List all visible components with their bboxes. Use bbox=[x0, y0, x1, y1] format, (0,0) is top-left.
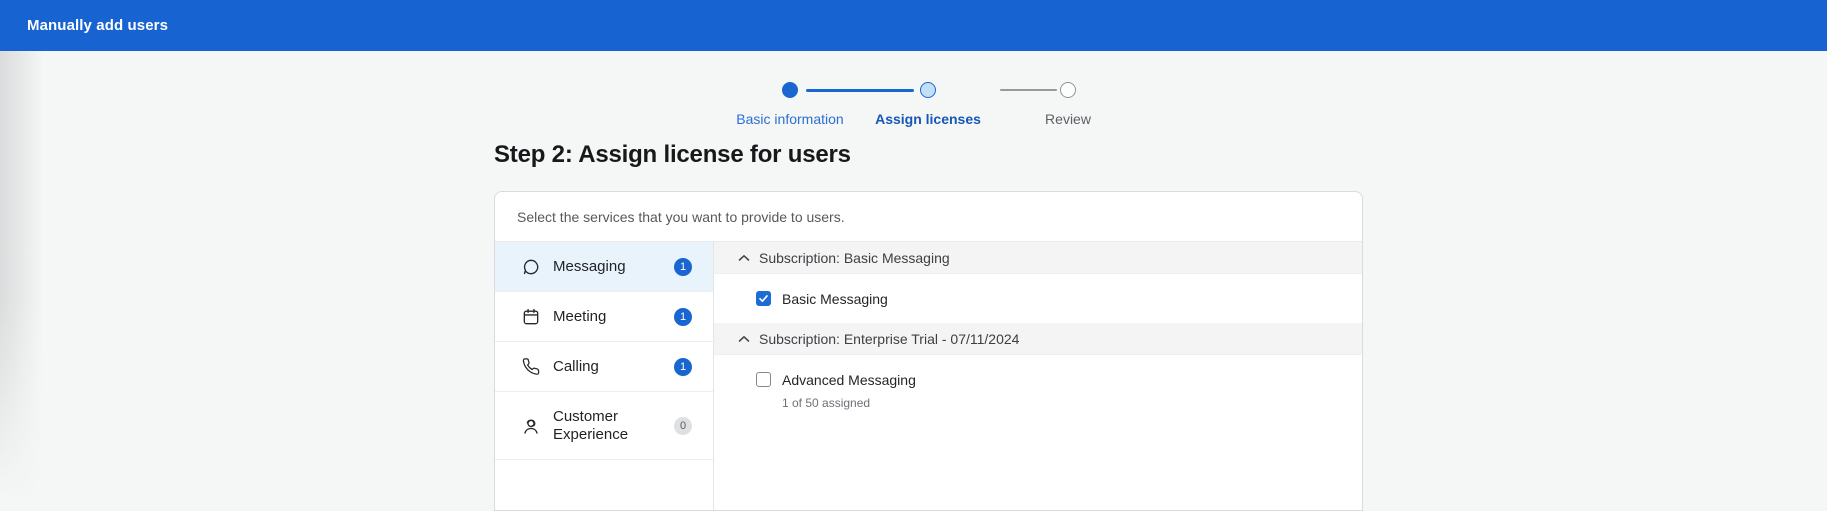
sidebar-item-label: Calling bbox=[553, 358, 674, 376]
sidebar-item-meeting[interactable]: Meeting 1 bbox=[495, 292, 713, 342]
license-label: Advanced Messaging bbox=[782, 372, 916, 388]
basic-messaging-checkbox[interactable] bbox=[756, 291, 771, 306]
calendar-icon bbox=[521, 307, 541, 327]
phone-icon bbox=[521, 357, 541, 377]
sidebar-item-calling[interactable]: Calling 1 bbox=[495, 342, 713, 392]
card-body: Messaging 1 Meeting 1 bbox=[495, 242, 1362, 510]
headset-icon bbox=[521, 416, 541, 436]
license-label: Basic Messaging bbox=[782, 291, 888, 307]
step-label-review: Review bbox=[988, 111, 1148, 127]
step-connector-2 bbox=[1000, 89, 1057, 91]
step-connector-1 bbox=[806, 89, 914, 92]
chat-icon bbox=[521, 257, 541, 277]
subscription-title: Subscription: Enterprise Trial - 07/11/2… bbox=[759, 331, 1019, 347]
subscription-header-enterprise-trial[interactable]: Subscription: Enterprise Trial - 07/11/2… bbox=[714, 323, 1362, 355]
license-card: Select the services that you want to pro… bbox=[494, 191, 1363, 511]
sidebar-item-label: Meeting bbox=[553, 308, 674, 326]
meeting-count-badge: 1 bbox=[674, 308, 692, 326]
step-label-basic-information[interactable]: Basic information bbox=[710, 111, 870, 127]
calling-count-badge: 1 bbox=[674, 358, 692, 376]
customer-experience-count-badge: 0 bbox=[674, 417, 692, 435]
license-usage-text: 1 of 50 assigned bbox=[714, 396, 1362, 420]
wizard-stepper: Basic information Assign licenses Review bbox=[0, 0, 1827, 130]
step-dot-basic-information[interactable] bbox=[782, 82, 798, 98]
sidebar-item-messaging[interactable]: Messaging 1 bbox=[495, 242, 713, 292]
subscription-header-basic-messaging[interactable]: Subscription: Basic Messaging bbox=[714, 242, 1362, 274]
step-label-assign-licenses[interactable]: Assign licenses bbox=[848, 111, 1008, 127]
sidebar-item-customer-experience[interactable]: Customer Experience 0 bbox=[495, 392, 713, 460]
step-dot-assign-licenses[interactable] bbox=[920, 82, 936, 98]
services-sidebar: Messaging 1 Meeting 1 bbox=[495, 242, 714, 510]
sidebar-item-label: Messaging bbox=[553, 258, 674, 276]
advanced-messaging-checkbox[interactable] bbox=[756, 372, 771, 387]
subscription-title: Subscription: Basic Messaging bbox=[759, 250, 950, 266]
chevron-up-icon[interactable] bbox=[738, 254, 750, 262]
card-instruction: Select the services that you want to pro… bbox=[495, 192, 1362, 242]
messaging-count-badge: 1 bbox=[674, 258, 692, 276]
chevron-up-icon[interactable] bbox=[738, 335, 750, 343]
license-row-basic-messaging: Basic Messaging bbox=[714, 274, 1362, 323]
step-dot-review bbox=[1060, 82, 1076, 98]
license-panel: Subscription: Basic Messaging Basic Mess… bbox=[714, 242, 1362, 510]
page-title: Step 2: Assign license for users bbox=[494, 141, 851, 169]
sidebar-item-label: Customer Experience bbox=[553, 408, 674, 444]
